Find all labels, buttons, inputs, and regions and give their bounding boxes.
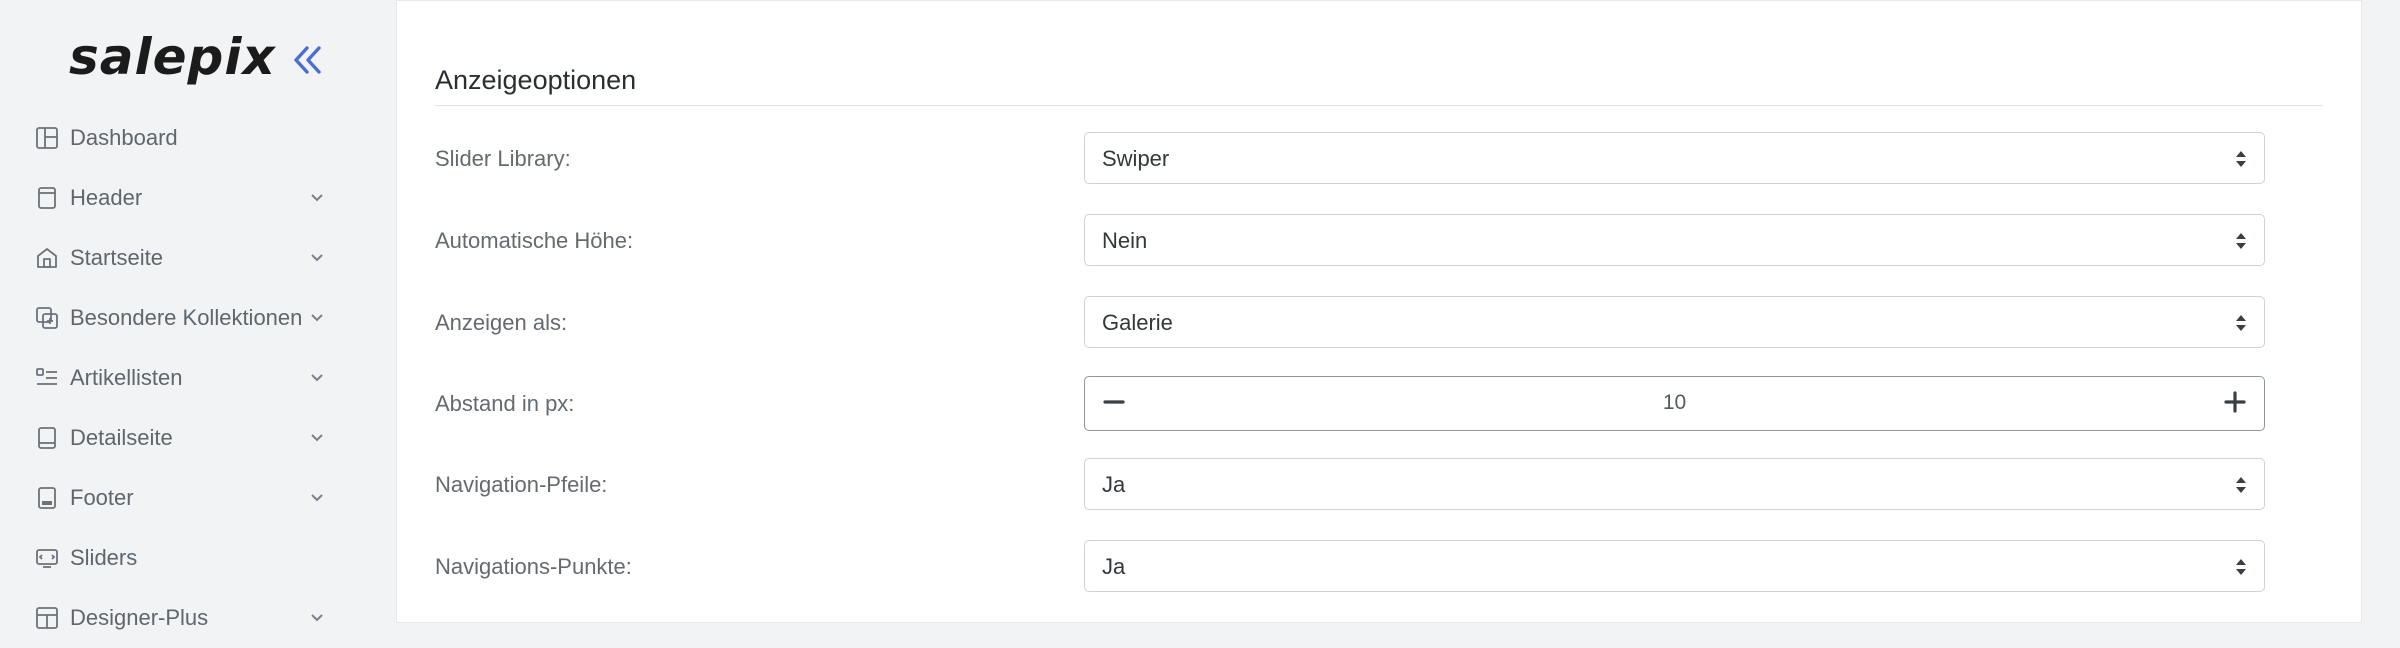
section-title: Anzeigeoptionen (435, 65, 637, 95)
field-label: Anzeigen als: (435, 310, 568, 335)
sidebar-item-startseite[interactable]: Startseite (0, 228, 353, 288)
chevron-down-icon (307, 608, 327, 628)
chevron-down-icon (307, 248, 327, 268)
sidebar-item-artikellisten[interactable]: Artikellisten (0, 348, 353, 408)
spacing-value[interactable]: 10 (1663, 391, 1686, 415)
footer-icon (35, 486, 59, 510)
navigation-dots-select[interactable]: Ja (1084, 540, 2265, 592)
sort-arrows-icon (2234, 231, 2248, 251)
sort-arrows-icon (2234, 149, 2248, 169)
sidebar: salepix Dashboard Header Startseite Beso… (0, 0, 353, 630)
collections-icon (35, 306, 59, 330)
field-row-slider-library: Slider Library: Swiper (397, 132, 2361, 186)
field-row-navigation-arrows: Navigation-Pfeile: Ja (397, 458, 2361, 512)
section-divider (435, 105, 2323, 106)
field-label: Slider Library: (435, 146, 571, 171)
select-value: Nein (1102, 228, 1148, 253)
field-label: Abstand in px: (435, 391, 575, 416)
chevron-down-icon (307, 368, 327, 388)
field-row-navigation-dots: Navigations-Punkte: Ja (397, 540, 2361, 594)
chevron-down-icon (307, 188, 327, 208)
select-value: Swiper (1102, 146, 1170, 171)
select-value: Galerie (1102, 310, 1173, 335)
logo[interactable]: salepix (69, 28, 276, 86)
sidebar-item-header[interactable]: Header (0, 168, 353, 228)
list-icon (35, 366, 59, 390)
field-row-auto-height: Automatische Höhe: Nein (397, 214, 2361, 268)
header-icon (35, 186, 59, 210)
sidebar-item-sliders[interactable]: Sliders (0, 528, 353, 588)
plus-icon[interactable] (2220, 387, 2250, 417)
select-value: Ja (1102, 472, 1126, 497)
detail-page-icon (35, 426, 59, 450)
sidebar-item-label: Footer (70, 485, 134, 510)
sidebar-item-dashboard[interactable]: Dashboard (0, 108, 353, 168)
field-row-spacing: Abstand in px: 10 (397, 376, 2361, 431)
sort-arrows-icon (2234, 313, 2248, 333)
chevron-down-icon (307, 428, 327, 448)
select-value: Ja (1102, 554, 1126, 579)
sidebar-item-label: Dashboard (70, 125, 178, 150)
display-as-select[interactable]: Galerie (1084, 296, 2265, 348)
sidebar-item-label: Sliders (70, 545, 138, 570)
sidebar-item-label: Artikellisten (70, 365, 183, 390)
field-label: Navigation-Pfeile: (435, 472, 608, 497)
sort-arrows-icon (2234, 475, 2248, 495)
sidebar-item-label: Designer-Plus (70, 605, 209, 630)
minus-icon[interactable] (1099, 387, 1129, 417)
sidebar-item-designer-plus[interactable]: Designer-Plus (0, 588, 353, 648)
field-label: Navigations-Punkte: (435, 554, 632, 579)
auto-height-select[interactable]: Nein (1084, 214, 2265, 266)
sidebar-nav: Dashboard Header Startseite Besondere Ko… (0, 108, 353, 648)
designer-icon (35, 606, 59, 630)
collapse-sidebar-icon[interactable] (290, 42, 326, 78)
slider-library-select[interactable]: Swiper (1084, 132, 2265, 184)
sidebar-item-label: Besondere Kollektionen (70, 305, 303, 330)
sidebar-item-label: Header (70, 185, 143, 210)
sidebar-item-detailseite[interactable]: Detailseite (0, 408, 353, 468)
sidebar-item-besondere-kollektionen[interactable]: Besondere Kollektionen (0, 288, 353, 348)
home-icon (35, 246, 59, 270)
sort-arrows-icon (2234, 557, 2248, 577)
sidebar-item-label: Detailseite (70, 425, 173, 450)
spacing-stepper[interactable]: 10 (1084, 376, 2265, 431)
sidebar-item-footer[interactable]: Footer (0, 468, 353, 528)
dashboard-icon (35, 126, 59, 150)
chevron-down-icon (307, 488, 327, 508)
navigation-arrows-select[interactable]: Ja (1084, 458, 2265, 510)
chevron-down-icon (307, 308, 327, 328)
field-row-display-as: Anzeigen als: Galerie (397, 296, 2361, 350)
slider-icon (35, 546, 59, 570)
sidebar-item-label: Startseite (70, 245, 163, 270)
field-label: Automatische Höhe: (435, 228, 634, 253)
display-options-panel: Anzeigeoptionen Slider Library: Swiper A… (396, 0, 2362, 623)
